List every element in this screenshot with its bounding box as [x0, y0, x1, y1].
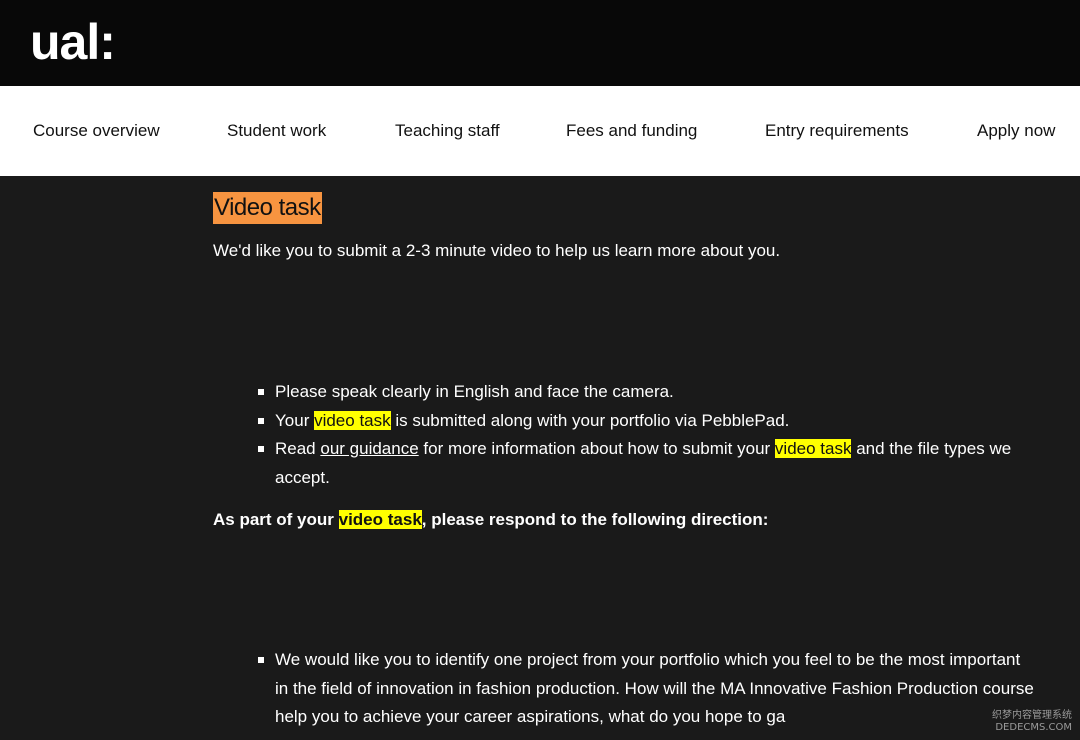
list-item: Read our guidance for more information a… [258, 435, 1015, 492]
instructions-list: Please speak clearly in English and face… [258, 378, 1015, 492]
ual-logo[interactable]: ual: [30, 12, 116, 72]
intro-text: We'd like you to submit a 2-3 minute vid… [213, 241, 781, 260]
search-highlight: video task [314, 410, 391, 430]
nav-teaching-staff[interactable]: Teaching staff [395, 86, 500, 176]
watermark-line: DEDECMS.COM [995, 722, 1072, 733]
direction-list: We would like you to identify one projec… [258, 646, 1035, 732]
watermark: 织梦内容管理系统 DEDECMS.COM [968, 710, 1072, 734]
list-item: We would like you to identify one projec… [258, 646, 1035, 732]
list-item-text: Read [275, 439, 321, 459]
search-highlight: video task [774, 439, 852, 459]
section-title: Video task [213, 192, 322, 224]
list-item-text: Please speak clearly in English and face… [275, 382, 674, 401]
list-item-text: We would like you to identify one projec… [275, 650, 1034, 727]
direction-text: , please respond to the following direct… [421, 510, 769, 529]
list-item: Your video task is submitted along with … [258, 407, 1015, 436]
watermark-line: 织梦内容管理系统 [992, 710, 1072, 721]
nav-course-overview[interactable]: Course overview [33, 86, 160, 176]
list-item-text: for more information about how to submit… [418, 439, 775, 459]
nav-apply-now[interactable]: Apply now [977, 86, 1055, 176]
list-item: Please speak clearly in English and face… [258, 378, 1015, 407]
course-nav: Course overview Student work Teaching st… [0, 86, 1080, 176]
our-guidance-link[interactable]: our guidance [320, 439, 418, 458]
nav-student-work[interactable]: Student work [227, 86, 326, 176]
main-content: Video task We'd like you to submit a 2-3… [0, 176, 1080, 740]
search-highlight: video task [338, 510, 422, 529]
list-item-text: is submitted along with your portfolio v… [390, 410, 790, 430]
site-header: ual: [0, 0, 1080, 86]
nav-entry-requirements[interactable]: Entry requirements [765, 86, 909, 176]
direction-text: As part of your [213, 510, 339, 529]
list-item-text: Your [275, 410, 315, 430]
direction-heading: As part of your video task, please respo… [213, 507, 768, 533]
nav-fees-and-funding[interactable]: Fees and funding [566, 86, 697, 176]
